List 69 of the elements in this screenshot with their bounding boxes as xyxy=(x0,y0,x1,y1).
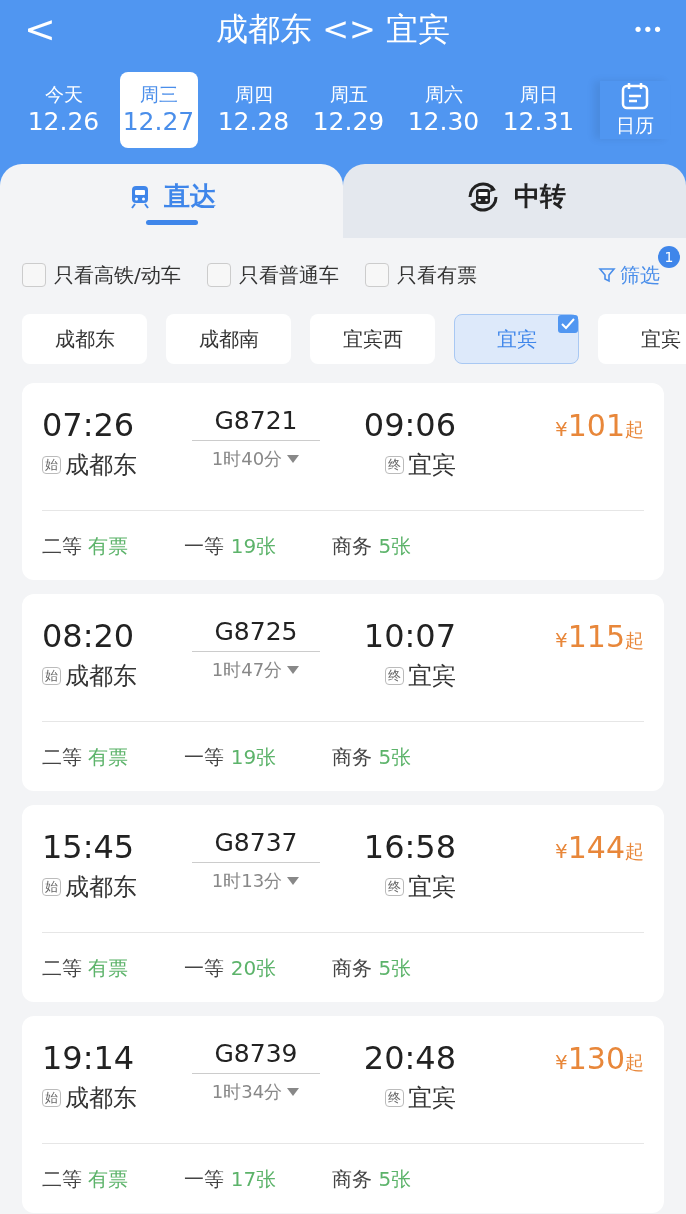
train-number: G8721 xyxy=(192,405,320,442)
train-card[interactable]: 07:26 始 成都东 G8721 1时40分 09:06 终 宜宾 ¥101起 二等 有票 一等 19张 商务 5张 xyxy=(22,383,664,580)
destination-tag: 终 xyxy=(385,1088,404,1108)
departure-time: 08:20 xyxy=(42,616,136,656)
seat-availability: 一等 17张 xyxy=(184,1165,277,1193)
duration: 1时34分 xyxy=(211,1080,283,1105)
seat-availability: 一等 19张 xyxy=(184,532,277,560)
train-number: G8739 xyxy=(192,1038,320,1075)
origin-tag: 始 xyxy=(42,666,61,686)
arrival-time: 16:58 xyxy=(363,827,456,867)
train-card[interactable]: 15:45 始 成都东 G8737 1时13分 16:58 终 宜宾 ¥144起 二等 有票 一等 20张 商务 5张 xyxy=(22,805,664,1002)
origin-tag: 始 xyxy=(42,877,61,897)
train-number: G8737 xyxy=(192,827,320,864)
train-card[interactable]: 19:14 始 成都东 G8739 1时34分 20:48 终 宜宾 ¥130起 二等 有票 一等 17张 商务 5张 xyxy=(22,1016,664,1213)
arrival-station: 宜宾 xyxy=(408,450,456,481)
duration: 1时47分 xyxy=(211,658,283,683)
arrival-time: 09:06 xyxy=(363,405,456,445)
arrival-time: 20:48 xyxy=(363,1038,456,1078)
check-icon xyxy=(558,315,578,333)
seat-availability: 商务 5张 xyxy=(332,743,412,771)
departure-station: 成都东 xyxy=(65,450,137,481)
destination-tag: 终 xyxy=(385,455,404,475)
station-chip[interactable]: 成都东 xyxy=(22,314,147,364)
departure-time: 07:26 xyxy=(42,405,136,445)
seat-availability: 商务 5张 xyxy=(332,954,412,982)
price: ¥144起 xyxy=(555,833,644,866)
duration: 1时40分 xyxy=(211,447,283,472)
dropdown-icon xyxy=(286,664,301,675)
station-chip[interactable]: 宜宾西 xyxy=(310,314,435,364)
departure-time: 15:45 xyxy=(42,827,136,867)
price: ¥130起 xyxy=(555,1044,644,1077)
arrival-station: 宜宾 xyxy=(408,1083,456,1114)
origin-tag: 始 xyxy=(42,1088,61,1108)
departure-station: 成都东 xyxy=(65,872,137,903)
duration: 1时13分 xyxy=(211,869,283,894)
seat-availability: 商务 5张 xyxy=(332,1165,412,1193)
seat-availability: 二等 有票 xyxy=(42,532,129,560)
seat-availability: 商务 5张 xyxy=(332,532,412,560)
destination-tag: 终 xyxy=(385,666,404,686)
dropdown-icon xyxy=(286,875,301,886)
departure-station: 成都东 xyxy=(65,661,137,692)
page-title: 成都东 <> 宜宾 xyxy=(216,9,450,50)
arrival-station: 宜宾 xyxy=(408,661,456,692)
filter-checkbox[interactable]: 只看高铁/动车 xyxy=(22,260,181,290)
origin-tag: 始 xyxy=(42,455,61,475)
price: ¥101起 xyxy=(555,411,644,444)
train-card[interactable]: 08:20 始 成都东 G8725 1时47分 10:07 终 宜宾 ¥115起 二等 有票 一等 19张 商务 5张 xyxy=(22,594,664,791)
seat-availability: 一等 19张 xyxy=(184,743,277,771)
departure-time: 19:14 xyxy=(42,1038,136,1078)
dropdown-icon xyxy=(286,453,301,464)
station-chip[interactable]: 宜宾 xyxy=(598,314,686,364)
calendar-icon xyxy=(620,80,650,111)
seat-availability: 二等 有票 xyxy=(42,743,129,771)
train-number: G8725 xyxy=(192,616,320,653)
departure-station: 成都东 xyxy=(65,1083,137,1114)
destination-tag: 终 xyxy=(385,877,404,897)
price: ¥115起 xyxy=(555,622,644,655)
route-tab[interactable]: 中转 xyxy=(343,164,686,238)
seat-availability: 二等 有票 xyxy=(42,954,129,982)
filter-checkbox[interactable]: 只看普通车 xyxy=(206,260,339,290)
dropdown-icon xyxy=(286,1086,301,1097)
seat-availability: 一等 20张 xyxy=(184,954,277,982)
funnel-icon xyxy=(598,266,616,284)
seat-availability: 二等 有票 xyxy=(42,1165,129,1193)
count-badge: 1 xyxy=(658,246,680,268)
station-chip[interactable]: 成都南 xyxy=(166,314,291,364)
arrival-time: 10:07 xyxy=(363,616,456,656)
arrival-station: 宜宾 xyxy=(408,872,456,903)
filter-checkbox[interactable]: 只看有票 xyxy=(364,260,477,290)
